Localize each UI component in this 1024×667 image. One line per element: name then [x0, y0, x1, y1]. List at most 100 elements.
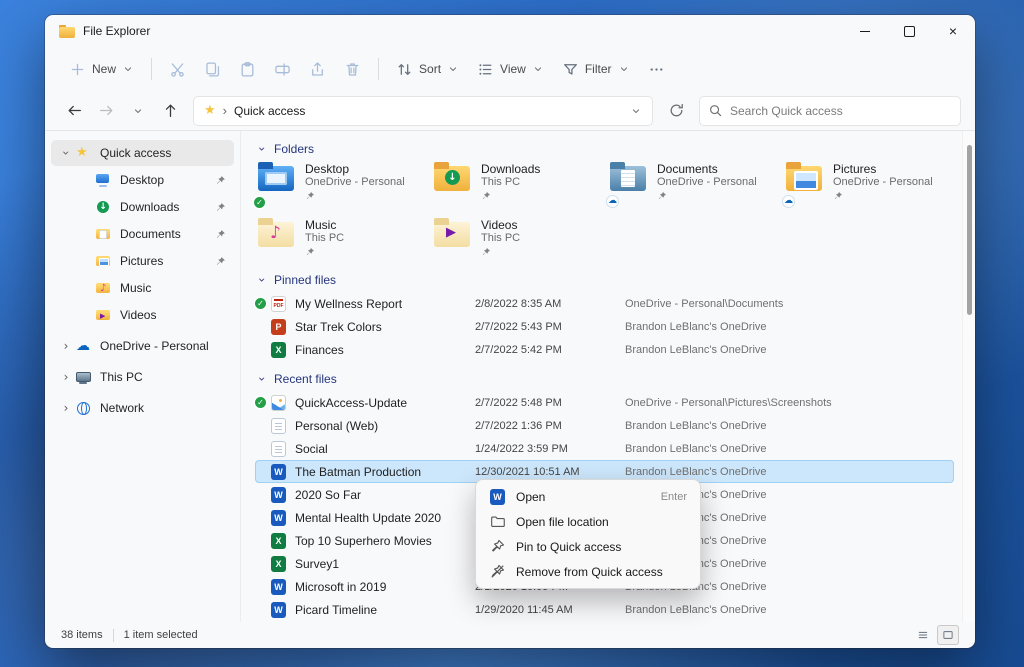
status-separator: [112, 628, 114, 642]
forward-button[interactable]: [91, 96, 121, 126]
context-menu-item-open-file-location[interactable]: Open file location: [480, 509, 696, 534]
view-button-label: View: [500, 62, 526, 76]
recent-locations-button[interactable]: [123, 96, 153, 126]
collapse-chevron-icon[interactable]: ›: [255, 273, 269, 287]
folder-tile-downloads[interactable]: Downloads This PC: [431, 161, 601, 211]
back-button[interactable]: [59, 96, 89, 126]
context-menu: Open Enter Open file location Pin to Qui…: [475, 479, 701, 589]
rename-button[interactable]: [266, 54, 299, 85]
file-row-social[interactable]: Social 1/24/2022 3:59 PM Brandon LeBlanc…: [255, 437, 954, 460]
pin-icon: [482, 192, 490, 199]
sidebar-item-label: Music: [120, 281, 152, 295]
minimize-button[interactable]: [843, 15, 887, 47]
pin-icon: [216, 202, 225, 211]
folder-tile-desktop[interactable]: Desktop OneDrive - Personal: [254, 161, 425, 211]
up-arrow-icon: [165, 104, 175, 117]
folders-grid: Desktop OneDrive - Personal Downloads Th…: [254, 161, 954, 258]
details-view-toggle[interactable]: [912, 625, 934, 645]
folder-location: This PC: [481, 232, 521, 244]
breadcrumb[interactable]: ★ › Quick access: [193, 95, 653, 126]
sidebar-item-desktop[interactable]: Desktop: [51, 167, 234, 193]
sidebar-item-label: Quick access: [100, 146, 172, 160]
folder-tile-documents[interactable]: Documents OneDrive - Personal: [606, 161, 777, 211]
folder-tile-videos[interactable]: Videos This PC: [431, 217, 601, 258]
cut-button[interactable]: [161, 54, 194, 85]
file-name: QuickAccess-Update: [295, 395, 408, 410]
sidebar-item-downloads[interactable]: Downloads: [51, 194, 234, 220]
sidebar-item-quick-access[interactable]: › Quick access: [51, 140, 234, 166]
expand-chevron-icon[interactable]: ›: [59, 146, 73, 160]
share-button[interactable]: [301, 54, 334, 85]
chevron-down-icon: [134, 108, 142, 113]
section-header-folders[interactable]: › Folders: [255, 137, 954, 161]
file-row-personal-web[interactable]: Personal (Web) 2/7/2022 1:36 PM Brandon …: [255, 414, 954, 437]
pictures-folder-icon: [785, 162, 823, 192]
sync-check-badge: [255, 298, 266, 309]
file-row-my-wellness-report[interactable]: My Wellness Report 2/8/2022 8:35 AM OneD…: [255, 292, 954, 315]
sidebar-item-network[interactable]: › Network: [51, 395, 234, 421]
file-row-finances[interactable]: Finances 2/7/2022 5:42 PM Brandon LeBlan…: [255, 338, 954, 361]
section-header-recent-files[interactable]: › Recent files: [255, 367, 954, 391]
collapse-chevron-icon[interactable]: ›: [255, 372, 269, 386]
folder-tile-music[interactable]: Music This PC: [255, 217, 425, 258]
address-dropdown-icon[interactable]: [630, 105, 642, 117]
folder-location: This PC: [481, 176, 521, 188]
large-icons-view-toggle[interactable]: [937, 625, 959, 645]
delete-button[interactable]: [336, 54, 369, 85]
collapse-chevron-icon[interactable]: ›: [255, 142, 269, 156]
breadcrumb-location[interactable]: Quick access: [234, 104, 305, 118]
pin-icon: [306, 248, 314, 255]
up-button[interactable]: [155, 96, 185, 126]
maximize-button[interactable]: [887, 15, 931, 47]
section-label: Folders: [274, 142, 315, 156]
search-input[interactable]: [699, 95, 961, 126]
sidebar-item-videos[interactable]: Videos: [51, 302, 234, 328]
word-file-icon: [490, 488, 505, 505]
pin-icon: [834, 192, 842, 199]
file-date: 2/7/2022 5:48 PM: [475, 396, 562, 409]
vertical-scrollbar[interactable]: [962, 131, 975, 622]
file-row-quickaccess-update[interactable]: QuickAccess-Update 2/7/2022 5:48 PM OneD…: [255, 391, 954, 414]
expand-chevron-icon[interactable]: ›: [59, 402, 73, 414]
folder-tile-pictures[interactable]: Pictures OneDrive - Personal: [782, 161, 953, 211]
copy-button[interactable]: [196, 54, 229, 85]
titlebar[interactable]: File Explorer ×: [45, 15, 975, 47]
more-options-button[interactable]: [640, 54, 673, 85]
file-location: Brandon LeBlanc's OneDrive: [625, 465, 767, 478]
section-header-pinned-files[interactable]: › Pinned files: [255, 268, 954, 292]
sidebar-item-pictures[interactable]: Pictures: [51, 248, 234, 274]
word-file-icon: [271, 486, 286, 503]
doc-file-icon: [271, 417, 286, 434]
word-file-icon: [271, 463, 286, 480]
expand-chevron-icon[interactable]: ›: [59, 371, 73, 383]
file-row-star-trek-colors[interactable]: Star Trek Colors 2/7/2022 5:43 PM Brando…: [255, 315, 954, 338]
back-arrow-icon: [68, 105, 81, 116]
new-button[interactable]: New: [61, 54, 142, 85]
cloud-badge: [782, 195, 795, 208]
word-file-icon: [271, 578, 286, 595]
sidebar-item-label: Videos: [120, 308, 157, 322]
share-icon: [312, 61, 323, 76]
sidebar-item-onedrive-personal[interactable]: › OneDrive - Personal: [51, 333, 234, 359]
sidebar-item-documents[interactable]: Documents: [51, 221, 234, 247]
expand-chevron-icon[interactable]: ›: [59, 340, 73, 352]
file-date: 12/30/2021 10:51 AM: [475, 465, 580, 478]
close-button[interactable]: ×: [931, 15, 975, 47]
sidebar-item-music[interactable]: Music: [51, 275, 234, 301]
file-location: Brandon LeBlanc's OneDrive: [625, 343, 767, 356]
refresh-button[interactable]: [661, 96, 691, 126]
music-folder-icon: [257, 218, 295, 248]
scrollbar-thumb[interactable]: [967, 145, 972, 315]
file-location: Brandon LeBlanc's OneDrive: [625, 603, 767, 616]
sort-button[interactable]: Sort: [388, 54, 467, 85]
file-row-picard-timeline[interactable]: Picard Timeline 1/29/2020 11:45 AM Brand…: [255, 598, 954, 621]
paste-button[interactable]: [231, 54, 264, 85]
context-menu-item-open[interactable]: Open Enter: [480, 484, 696, 509]
filter-button[interactable]: Filter: [554, 54, 638, 85]
sidebar-item-this-pc[interactable]: › This PC: [51, 364, 234, 390]
pin-icon: [658, 192, 666, 199]
context-menu-item-pin-to-quick-access[interactable]: Pin to Quick access: [480, 534, 696, 559]
context-menu-item-remove-from-quick-access[interactable]: Remove from Quick access: [480, 559, 696, 584]
view-button[interactable]: View: [469, 54, 552, 85]
downloads-folder-icon: [433, 162, 471, 192]
